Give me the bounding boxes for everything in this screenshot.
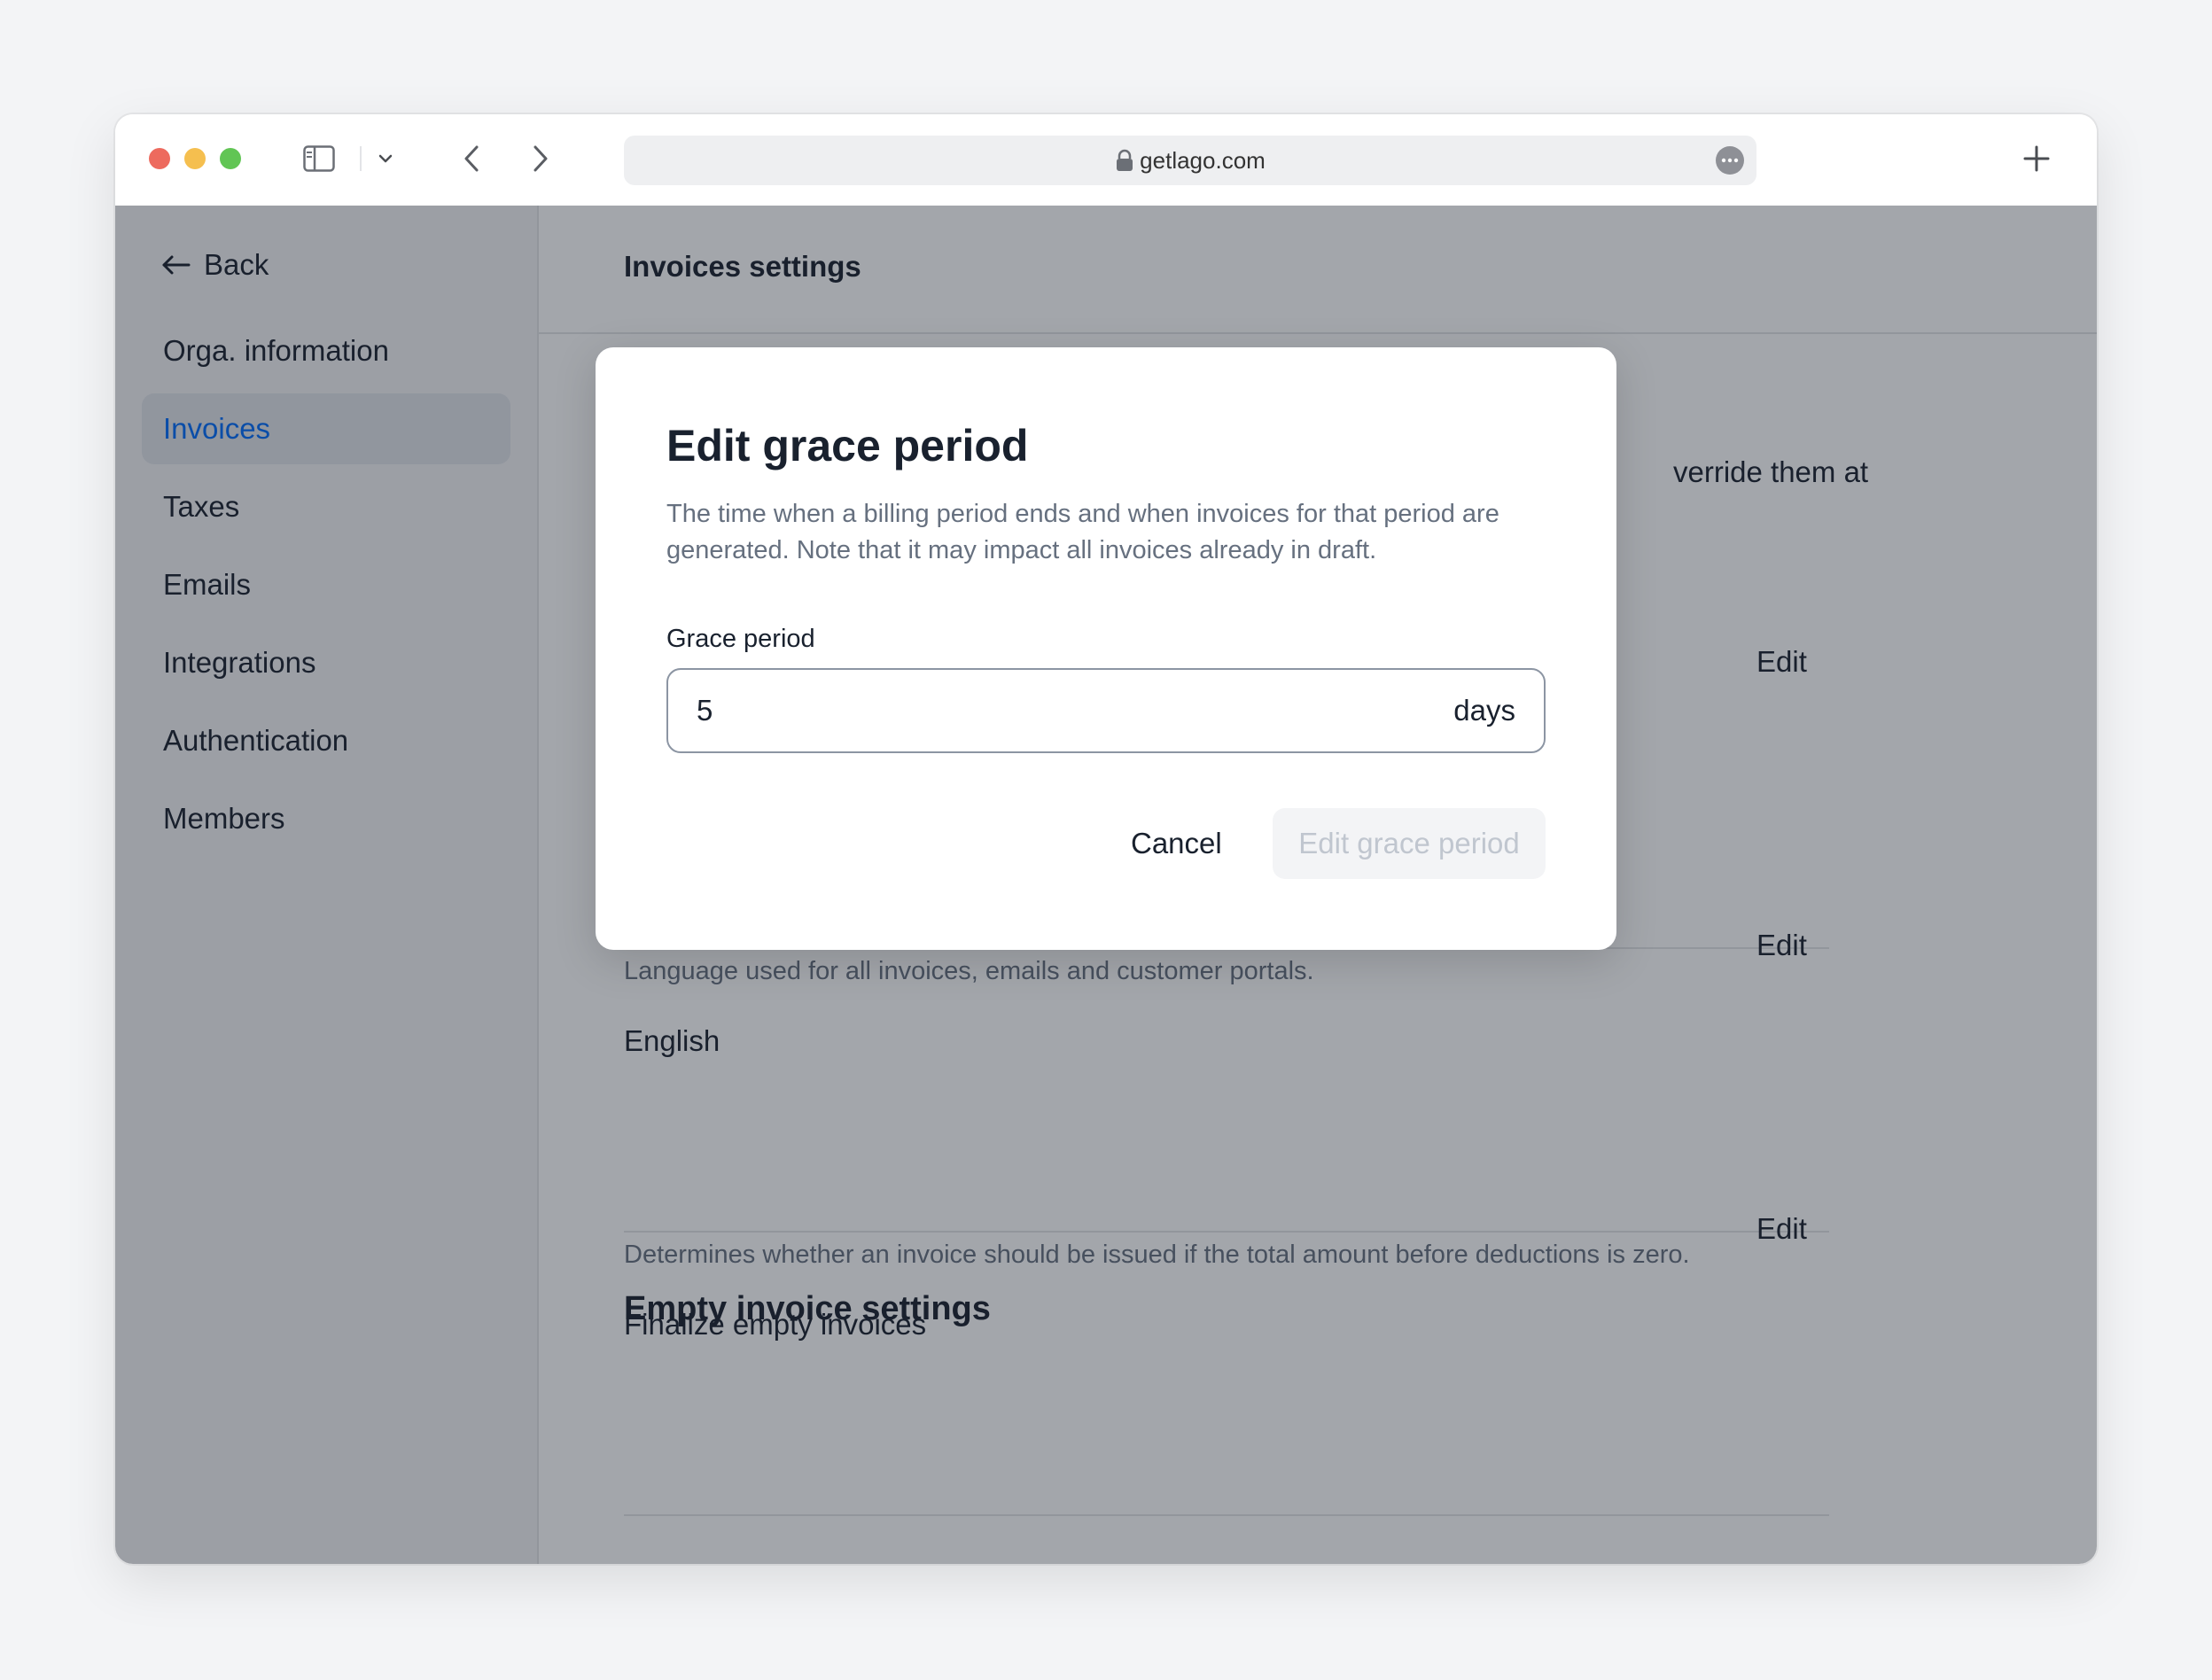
edit-grace-period-button[interactable]: Edit grace period (1273, 808, 1546, 879)
dialog-description: The time when a billing period ends and … (666, 500, 1499, 564)
plus-icon[interactable] (2019, 141, 2054, 176)
chevron-right-icon[interactable] (523, 141, 558, 176)
cancel-button[interactable]: Cancel (1110, 809, 1243, 878)
dialog-title: Edit grace period (666, 421, 1029, 471)
browser-window: getlago.com Back Orga. information Invoi… (115, 114, 2097, 1564)
maximize-window-button[interactable] (220, 148, 241, 169)
sidebar-icon[interactable] (301, 141, 337, 176)
toolbar-divider (360, 146, 362, 171)
edit-grace-period-dialog: Edit grace period The time when a billin… (596, 347, 1616, 950)
address-url: getlago.com (1140, 146, 1266, 174)
address-bar[interactable]: getlago.com (624, 136, 1756, 185)
more-icon[interactable] (1716, 146, 1744, 175)
minimize-window-button[interactable] (184, 148, 206, 169)
close-window-button[interactable] (149, 148, 170, 169)
chevron-left-icon[interactable] (454, 141, 489, 176)
grace-period-label: Grace period (666, 625, 815, 653)
browser-toolbar: getlago.com (115, 114, 2097, 206)
lock-icon (1115, 149, 1134, 172)
grace-period-value: 5 (697, 694, 713, 727)
chevron-down-icon[interactable] (372, 141, 399, 176)
grace-period-input[interactable]: 5 days (666, 668, 1546, 753)
grace-period-suffix: days (1453, 694, 1515, 727)
